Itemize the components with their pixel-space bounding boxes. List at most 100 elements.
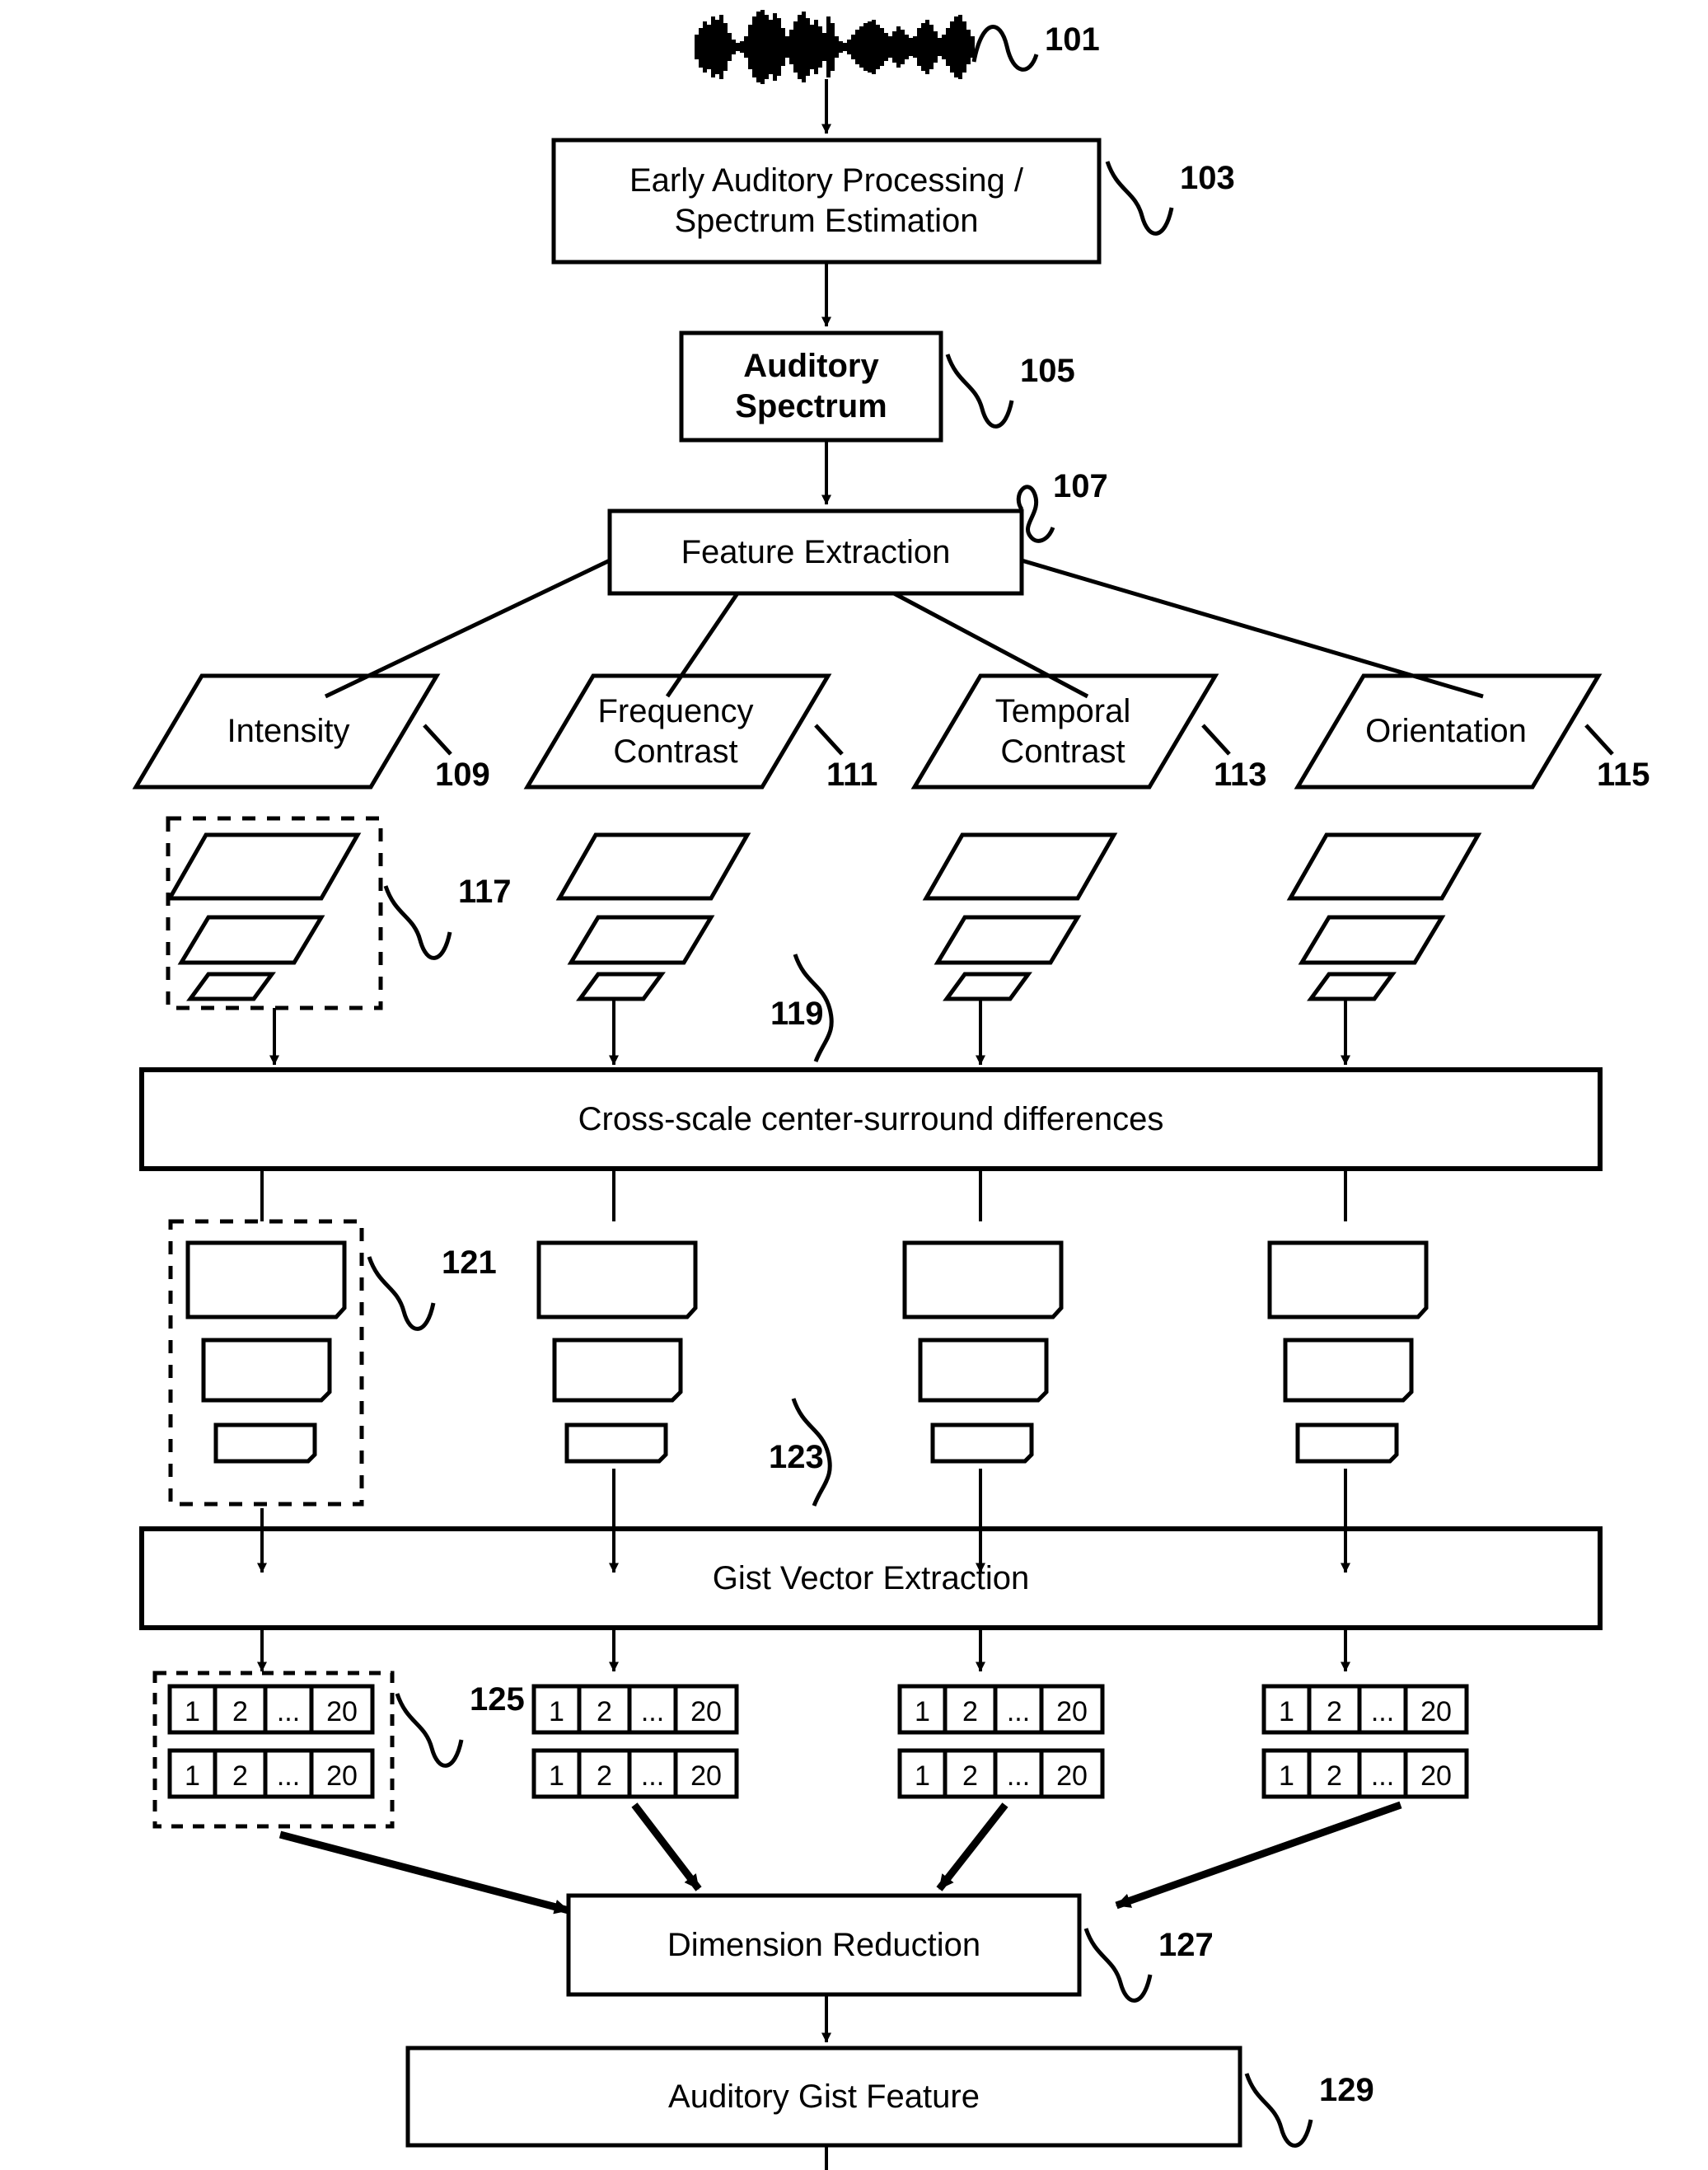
gist-vector-cell: 1 — [185, 1696, 200, 1727]
gist-vector-cell: ... — [1370, 1760, 1395, 1792]
gist-vector-cell: ... — [640, 1760, 665, 1792]
reference-numeral-127: 127 — [1158, 1927, 1214, 1963]
reference-numeral-109: 109 — [435, 757, 490, 793]
cross-scale-center-surround-bar — [139, 1067, 1603, 1171]
reference-numeral-125: 125 — [470, 1681, 525, 1718]
gist-vector-cell: 2 — [962, 1760, 978, 1792]
leader-squiggle-103 — [1105, 161, 1174, 236]
feature-map-small — [213, 1422, 317, 1464]
feature-map-medium — [1283, 1338, 1414, 1403]
feature-map-medium — [201, 1338, 332, 1403]
feature-map-small — [1295, 1422, 1399, 1464]
leader-squiggle-101 — [971, 25, 1039, 72]
gist-vector-cell: 1 — [915, 1760, 930, 1792]
multiscale-map-large — [1286, 832, 1482, 901]
gist-vector-extraction-bar — [139, 1526, 1603, 1630]
multiscale-map-medium — [567, 915, 715, 965]
leader-squiggle-127 — [1083, 1928, 1153, 2003]
multiscale-map-large — [166, 832, 362, 901]
multiscale-map-large — [922, 832, 1118, 901]
arrow-gistvector-to-dimension-reduction — [278, 1830, 570, 1915]
multiscale-map-medium — [1298, 915, 1446, 965]
early-auditory-processing-box — [551, 138, 1102, 265]
gist-vector-cell: 2 — [597, 1760, 612, 1792]
gist-vector-cell: 1 — [185, 1760, 200, 1792]
multiscale-map-medium — [177, 915, 325, 965]
dimension-reduction-box — [566, 1893, 1082, 1997]
arrow-gistvector-to-dimension-reduction — [631, 1802, 702, 1891]
reference-numeral-107: 107 — [1053, 468, 1108, 504]
gist-vector-cell: ... — [1006, 1696, 1031, 1727]
multiscale-map-small — [186, 972, 276, 1001]
multiscale-map-large — [555, 832, 751, 901]
multiscale-map-medium — [934, 915, 1082, 965]
gist-vector-cell: ... — [1006, 1760, 1031, 1792]
gist-vector-cell: 20 — [326, 1760, 358, 1792]
gist-vector-cell: 20 — [690, 1696, 722, 1727]
link-feature-extraction-to-frequency-contrast — [665, 592, 740, 698]
feature-map-small — [930, 1422, 1034, 1464]
patent-figure: Early Auditory Processing / Spectrum Est… — [0, 0, 1708, 2170]
reference-numeral-111: 111 — [826, 757, 878, 793]
leader-line-113 — [1201, 724, 1231, 756]
feature-map-large — [902, 1240, 1064, 1319]
temporal-contrast-parallelogram — [910, 673, 1219, 790]
gist-vector-cell: 2 — [232, 1760, 248, 1792]
arrow-gistvector-to-dimension-reduction — [1115, 1801, 1402, 1910]
feature-extraction-box — [607, 509, 1024, 596]
diagram-canvas — [132, 10, 1614, 2170]
multiscale-map-small — [943, 972, 1032, 1001]
arrow-gistvector-to-dimension-reduction — [936, 1802, 1008, 1891]
leader-line-115 — [1584, 724, 1614, 756]
leader-squiggle-105 — [945, 354, 1014, 429]
reference-numeral-101: 101 — [1045, 21, 1100, 58]
gist-vector-cell: 2 — [1327, 1696, 1342, 1727]
reference-numeral-119: 119 — [770, 996, 824, 1032]
feature-map-large — [1267, 1240, 1429, 1319]
gist-vector-cell: ... — [276, 1760, 301, 1792]
gist-vector-cell: 1 — [915, 1696, 930, 1727]
gist-vector-cell: 2 — [232, 1696, 248, 1727]
gist-vector-cell: 20 — [1056, 1760, 1088, 1792]
gist-vector-cell: ... — [276, 1696, 301, 1727]
gist-vector-cell: 2 — [597, 1696, 612, 1727]
multiscale-map-small — [1307, 972, 1397, 1001]
auditory-spectrum-box — [679, 330, 943, 443]
leader-line-109 — [423, 724, 452, 756]
reference-numeral-121: 121 — [442, 1244, 497, 1281]
gist-vector-cell: 20 — [1420, 1696, 1452, 1727]
gist-vector-cell: 1 — [1279, 1760, 1294, 1792]
reference-numeral-117: 117 — [458, 874, 512, 910]
gist-vector-cell: 20 — [1420, 1760, 1452, 1792]
gist-vector-cell: 1 — [549, 1696, 564, 1727]
reference-numeral-123: 123 — [769, 1439, 824, 1475]
multiscale-map-small — [576, 972, 666, 1001]
orientation-parallelogram — [1294, 673, 1603, 790]
feature-map-small — [564, 1422, 668, 1464]
gist-vector-cell: 1 — [549, 1760, 564, 1792]
gist-vector-cell: ... — [640, 1696, 665, 1727]
leader-squiggle-107 — [1016, 485, 1055, 543]
leader-squiggle-117 — [383, 885, 452, 960]
leader-squiggle-129 — [1244, 2073, 1313, 2148]
feature-map-medium — [918, 1338, 1049, 1403]
gist-vector-cell: 2 — [1327, 1760, 1342, 1792]
auditory-gist-feature-box — [405, 2046, 1242, 2148]
gist-vector-cell: ... — [1370, 1696, 1395, 1727]
gist-vector-cell: 20 — [690, 1760, 722, 1792]
reference-numeral-105: 105 — [1020, 353, 1075, 389]
leader-squiggle-125 — [395, 1693, 464, 1768]
reference-numeral-103: 103 — [1180, 160, 1235, 196]
intensity-parallelogram — [132, 673, 441, 790]
leader-line-111 — [814, 724, 844, 756]
gist-vector-cell: 20 — [1056, 1696, 1088, 1727]
frequency-contrast-parallelogram — [523, 673, 832, 790]
feature-map-large — [536, 1240, 698, 1319]
reference-numeral-113: 113 — [1214, 757, 1267, 793]
reference-numeral-115: 115 — [1597, 757, 1650, 793]
audio-waveform-icon — [695, 10, 975, 84]
gist-vector-cell: 1 — [1279, 1696, 1294, 1727]
gist-vector-cell: 20 — [326, 1696, 358, 1727]
feature-map-medium — [552, 1338, 683, 1403]
gist-vector-cell: 2 — [962, 1696, 978, 1727]
